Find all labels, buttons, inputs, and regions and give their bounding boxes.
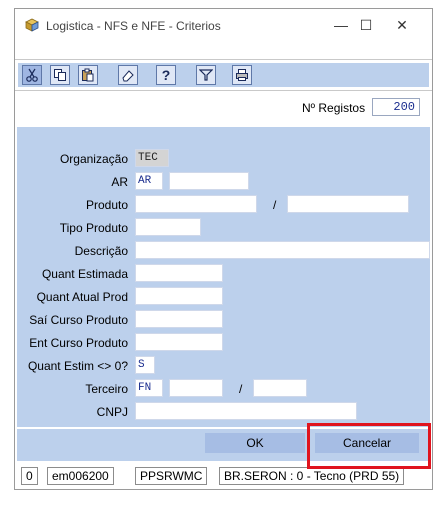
- descricao-label: Descrição: [74, 244, 128, 258]
- ar-label: AR: [111, 175, 128, 189]
- close-button[interactable]: ✕: [389, 15, 415, 35]
- ent-curso-produto-label: Ent Curso Produto: [29, 336, 128, 350]
- toolbar-panel: ?: [18, 63, 429, 87]
- ar-field[interactable]: AR: [135, 172, 163, 190]
- sai-curso-produto-label: Saí Curso Produto: [29, 313, 128, 327]
- help-button[interactable]: ?: [156, 65, 176, 85]
- descricao-field[interactable]: [135, 241, 430, 259]
- cancel-highlight-box: [307, 423, 431, 469]
- criteria-form: Organização TEC AR AR Produto / Tipo Pro…: [17, 127, 430, 427]
- cnpj-field[interactable]: [135, 402, 357, 420]
- ar-field-2[interactable]: [169, 172, 249, 190]
- maximize-button[interactable]: ☐: [353, 15, 379, 35]
- status-count: 0: [21, 467, 38, 485]
- filter-button[interactable]: [196, 65, 216, 85]
- organizacao-field[interactable]: TEC: [135, 149, 169, 167]
- toolbar: ?: [15, 59, 432, 91]
- terceiro-label: Terceiro: [85, 382, 128, 396]
- cut-button[interactable]: [22, 65, 42, 85]
- quant-estim-ne0-field[interactable]: S: [135, 356, 155, 374]
- clear-button[interactable]: [118, 65, 138, 85]
- print-button[interactable]: [232, 65, 252, 85]
- app-icon: [25, 18, 39, 32]
- organizacao-label: Organização: [59, 152, 128, 166]
- title-bar[interactable]: Logistica - NFS e NFE - Criterios — ☐ ✕: [15, 9, 432, 42]
- status-program: em006200: [47, 467, 114, 485]
- terceiro-field[interactable]: FN: [135, 379, 163, 397]
- eraser-icon: [122, 70, 134, 82]
- quant-estimada-field[interactable]: [135, 264, 223, 282]
- produto-field-2[interactable]: [287, 195, 409, 213]
- tipo-produto-label: Tipo Produto: [59, 221, 128, 235]
- criterios-window: Logistica - NFS e NFE - Criterios — ☐ ✕: [14, 8, 433, 490]
- quant-atual-prod-field[interactable]: [135, 287, 223, 305]
- cnpj-label: CNPJ: [96, 405, 128, 419]
- quant-atual-prod-label: Quant Atual Prod: [36, 290, 128, 304]
- ok-button[interactable]: OK: [205, 433, 305, 453]
- copy-icon: [54, 69, 66, 81]
- produto-field[interactable]: [135, 195, 257, 213]
- registos-label: Nº Registos: [302, 101, 366, 115]
- produto-separator: /: [273, 198, 277, 212]
- status-permissions: PPSRWMC: [135, 467, 208, 485]
- cut-icon: [26, 68, 38, 82]
- quant-estim-ne0-label: Quant Estim <> 0?: [27, 359, 128, 373]
- quant-estimada-label: Quant Estimada: [41, 267, 128, 281]
- paste-button[interactable]: [78, 65, 98, 85]
- terceiro-field-2[interactable]: [169, 379, 223, 397]
- print-icon: [236, 69, 248, 81]
- filter-icon: [199, 69, 213, 81]
- ent-curso-produto-field[interactable]: [135, 333, 223, 351]
- registos-bar: Nº Registos 200: [15, 95, 432, 121]
- copy-button[interactable]: [50, 65, 70, 85]
- status-connection: BR.SERON : 0 - Tecno (PRD 55): [219, 467, 405, 485]
- paste-icon: [82, 68, 94, 82]
- minimize-button[interactable]: —: [328, 15, 354, 35]
- tipo-produto-field[interactable]: [135, 218, 201, 236]
- terceiro-separator: /: [239, 382, 243, 396]
- window-title: Logistica - NFS e NFE - Criterios: [46, 19, 221, 33]
- registos-input[interactable]: 200: [372, 98, 420, 116]
- terceiro-field-3[interactable]: [253, 379, 307, 397]
- produto-label: Produto: [85, 198, 128, 212]
- sai-curso-produto-field[interactable]: [135, 310, 223, 328]
- help-icon: ?: [161, 67, 171, 83]
